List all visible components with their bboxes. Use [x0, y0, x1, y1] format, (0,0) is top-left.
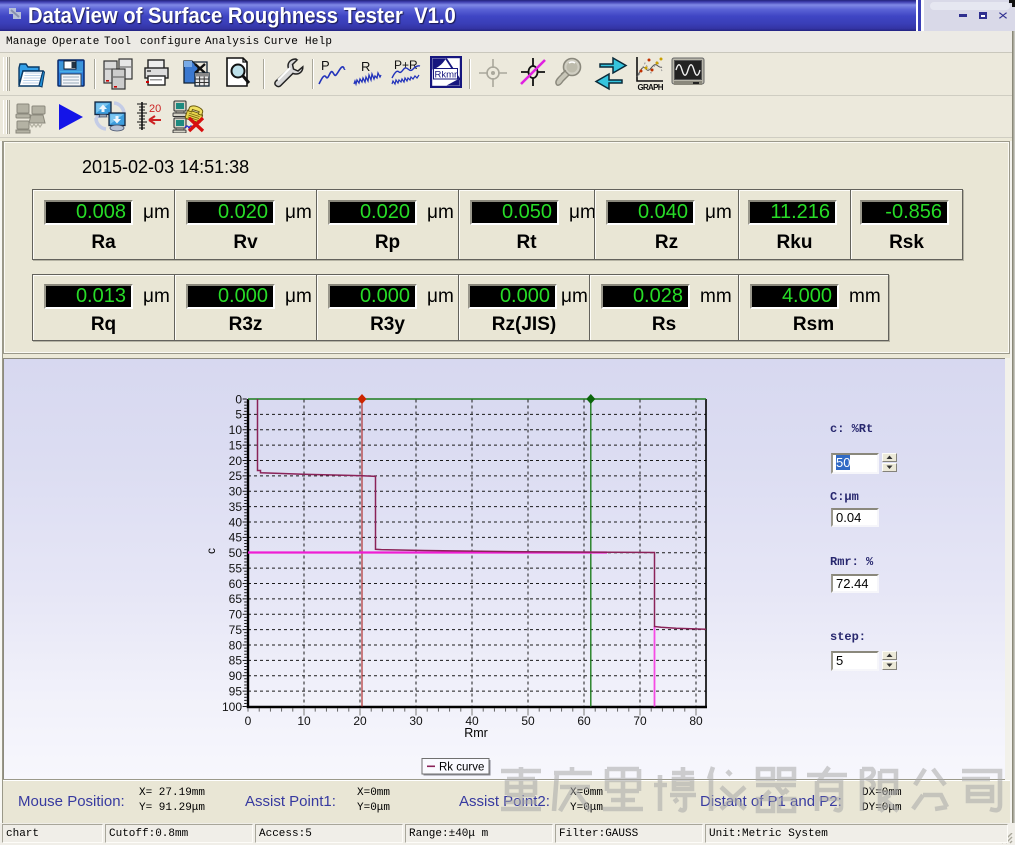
svg-text:c: c	[204, 548, 218, 554]
svg-text:15: 15	[229, 438, 243, 452]
svg-text:80: 80	[689, 714, 703, 728]
svg-text:30: 30	[229, 485, 243, 499]
svg-text:70: 70	[633, 714, 647, 728]
svg-text:50: 50	[521, 714, 535, 728]
svg-text:Rkmr: Rkmr	[435, 70, 458, 81]
svg-text:75: 75	[229, 623, 243, 637]
svg-text:90: 90	[229, 669, 243, 683]
svg-text:R: R	[361, 60, 370, 74]
svg-text:10: 10	[297, 714, 311, 728]
svg-text:10: 10	[229, 423, 243, 437]
svg-text:55: 55	[229, 561, 243, 575]
svg-text:60: 60	[577, 714, 591, 728]
svg-text:65: 65	[229, 592, 243, 606]
svg-text:70: 70	[229, 608, 243, 622]
svg-text:Rk curve: Rk curve	[439, 762, 484, 774]
svg-text:P+R: P+R	[394, 58, 418, 72]
svg-text:40: 40	[229, 515, 243, 529]
svg-text:95: 95	[229, 684, 243, 698]
svg-text:Rmr: Rmr	[464, 726, 488, 740]
svg-text:50: 50	[229, 546, 243, 560]
svg-text:45: 45	[229, 531, 243, 545]
svg-text:20: 20	[149, 103, 161, 115]
svg-text:20: 20	[229, 454, 243, 468]
svg-text:85: 85	[229, 654, 243, 668]
svg-text:5: 5	[235, 408, 242, 422]
svg-text:25: 25	[229, 469, 243, 483]
svg-text:35: 35	[229, 500, 243, 514]
svg-text:80: 80	[229, 638, 243, 652]
svg-text:30: 30	[409, 714, 423, 728]
svg-text:0: 0	[245, 714, 252, 728]
svg-text:GRAPH: GRAPH	[638, 83, 664, 92]
svg-text:0: 0	[235, 392, 242, 406]
svg-text:60: 60	[229, 577, 243, 591]
svg-text:20: 20	[353, 714, 367, 728]
svg-text:100: 100	[222, 700, 242, 714]
svg-text:P: P	[321, 58, 330, 73]
